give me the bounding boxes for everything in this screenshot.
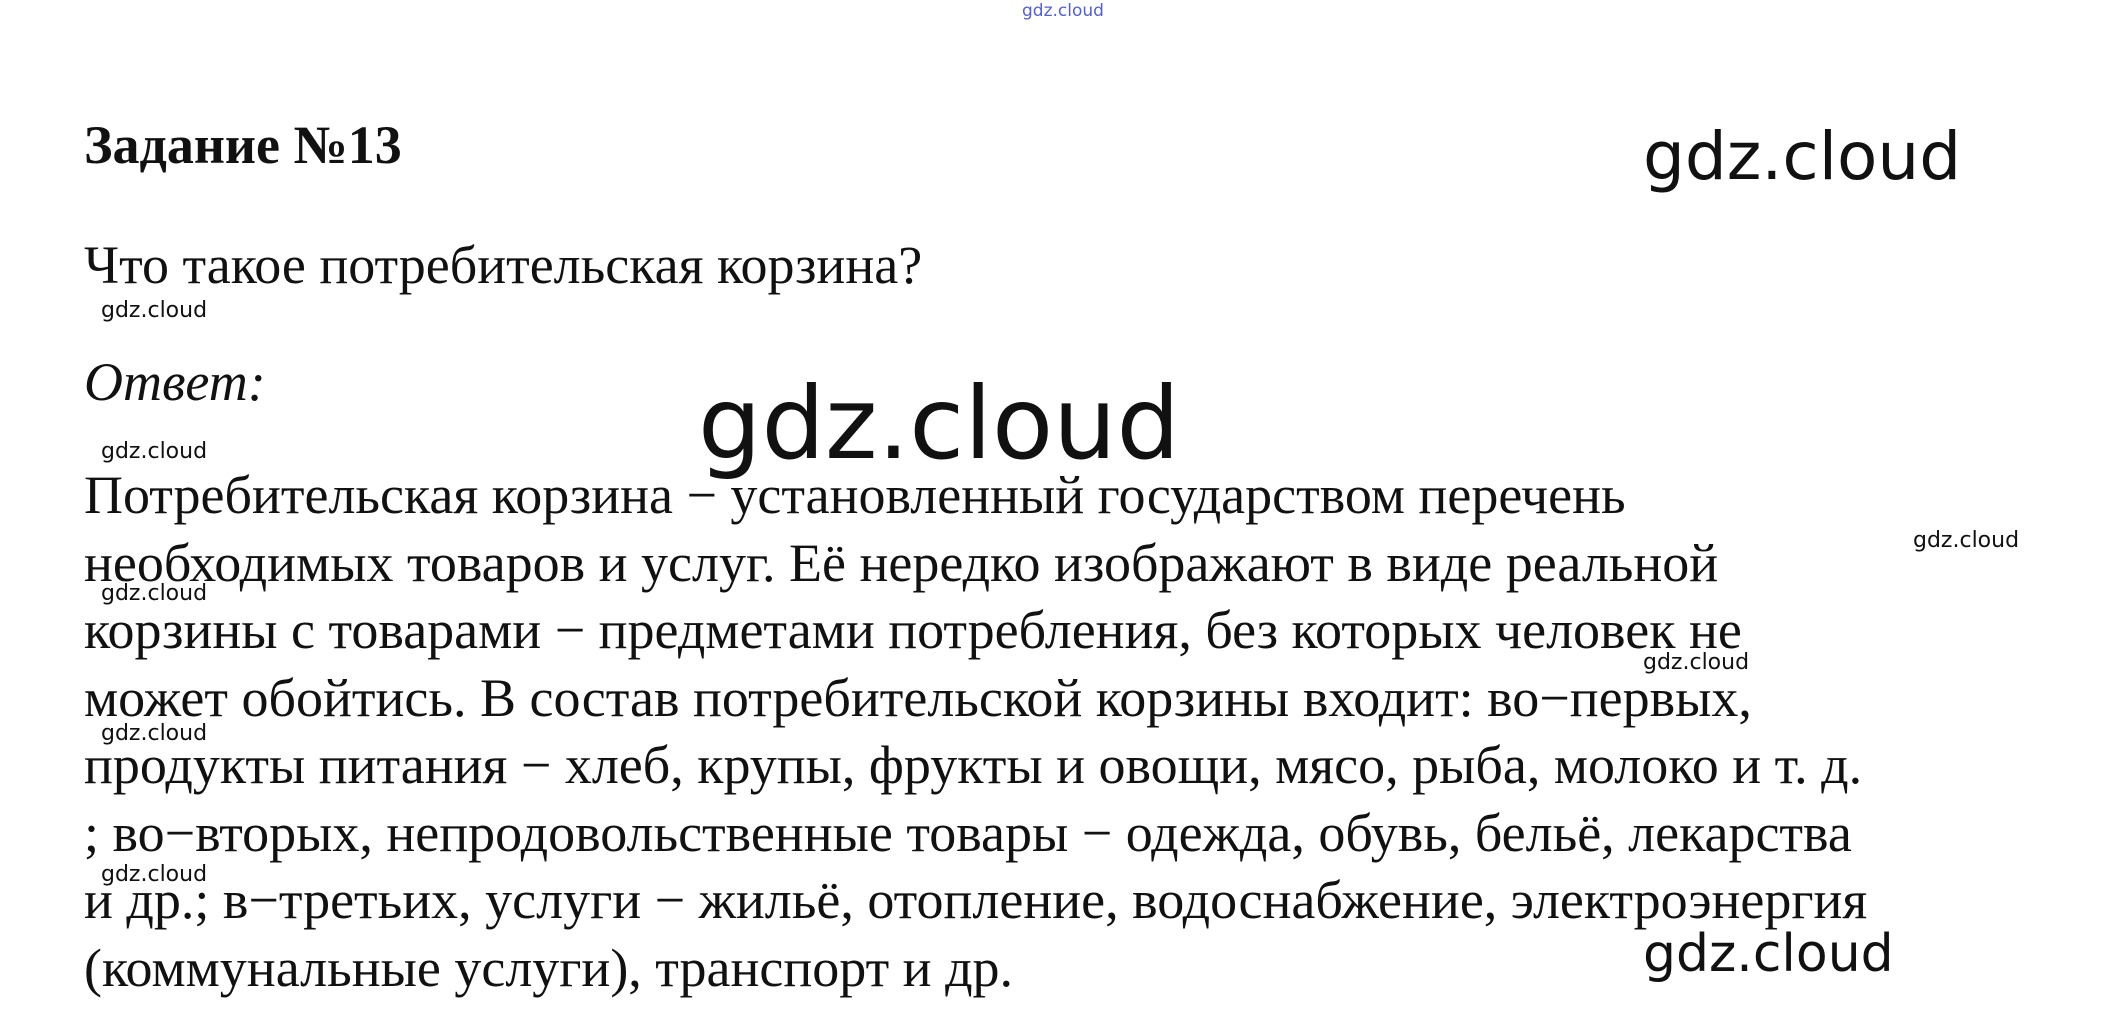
answer-line: ; во−вторых, непродовольственные товары …: [84, 802, 1852, 863]
watermark-small: gdz.cloud: [101, 862, 208, 887]
watermark-small: gdz.cloud: [1643, 650, 1750, 675]
watermark-small: gdz.cloud: [101, 439, 208, 464]
question-text: Что такое потребительская корзина?: [84, 235, 923, 295]
watermark-small: gdz.cloud: [101, 581, 208, 606]
watermark-huge: gdz.cloud: [698, 365, 1181, 482]
watermark-top: gdz.cloud: [1022, 1, 1104, 21]
watermark-large: gdz.cloud: [1643, 118, 1962, 195]
answer-line: необходимых товаров и услуг. Её нередко …: [84, 532, 1719, 593]
answer-body: Потребительская корзина − установленный …: [84, 462, 2084, 1002]
answer-line: корзины с товарами − предметами потребле…: [84, 600, 1742, 660]
answer-line: продукты питания − хлеб, крупы, фрукты и…: [84, 735, 1863, 795]
task-heading: Задание №13: [84, 115, 402, 175]
watermark-large: gdz.cloud: [1643, 924, 1894, 984]
answer-line: может обойтись. В состав потребительской…: [84, 667, 1752, 728]
answer-label: Ответ:: [84, 352, 266, 412]
watermark-small: gdz.cloud: [101, 298, 208, 323]
watermark-small: gdz.cloud: [1913, 528, 2020, 553]
watermark-small: gdz.cloud: [101, 721, 208, 746]
